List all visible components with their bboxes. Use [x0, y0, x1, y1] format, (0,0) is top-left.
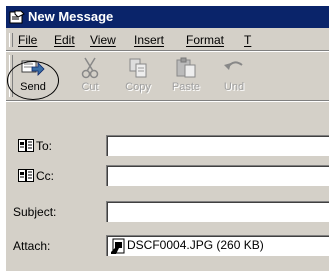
menu-file[interactable]: File [18, 33, 37, 47]
undo-button[interactable]: Und [210, 54, 258, 98]
menu-format[interactable]: Format [186, 33, 224, 47]
address-book-icon [18, 169, 34, 182]
send-highlight-circle [7, 61, 59, 100]
menu-bar: File Edit View Insert Format T [6, 30, 329, 51]
image-file-icon [111, 238, 125, 254]
toolbar: Send Cut Copy Paste Und [6, 52, 329, 101]
title-bar[interactable]: New Message [6, 6, 329, 28]
menu-grip[interactable] [9, 33, 13, 47]
undo-label: Und [223, 81, 245, 93]
cut-label: Cut [81, 81, 99, 93]
cut-icon [81, 57, 99, 79]
menu-view[interactable]: View [90, 33, 116, 47]
to-row: To: [6, 135, 329, 157]
paste-button[interactable]: Paste [162, 54, 210, 98]
copy-icon [129, 58, 147, 78]
subject-field[interactable] [106, 201, 329, 222]
window-title: New Message [28, 9, 114, 24]
paste-label: Paste [171, 81, 201, 93]
new-message-window: New Message File Edit View Insert Format… [6, 6, 329, 271]
address-book-icon [18, 139, 34, 152]
copy-label: Copy [125, 81, 151, 93]
menu-insert[interactable]: Insert [134, 33, 164, 47]
menu-edit[interactable]: Edit [54, 33, 75, 47]
attachment-file[interactable]: DSCF0004.JPG (260 KB) [127, 238, 264, 252]
cc-label[interactable]: Cc: [36, 169, 54, 183]
attach-row: Attach: DSCF0004.JPG (260 KB) [6, 235, 329, 257]
paste-icon [176, 57, 196, 78]
subject-label: Subject: [13, 205, 57, 219]
attach-label: Attach: [13, 239, 51, 253]
cc-row: Cc: [6, 165, 329, 187]
cc-field[interactable] [106, 165, 329, 186]
subject-row: Subject: [6, 201, 329, 223]
undo-icon [224, 61, 243, 70]
menu-tools[interactable]: T [244, 33, 251, 47]
new-message-icon [9, 10, 25, 24]
copy-button[interactable]: Copy [114, 54, 162, 98]
to-label[interactable]: To: [36, 139, 52, 153]
to-field[interactable] [106, 135, 329, 156]
cut-button[interactable]: Cut [66, 54, 114, 98]
